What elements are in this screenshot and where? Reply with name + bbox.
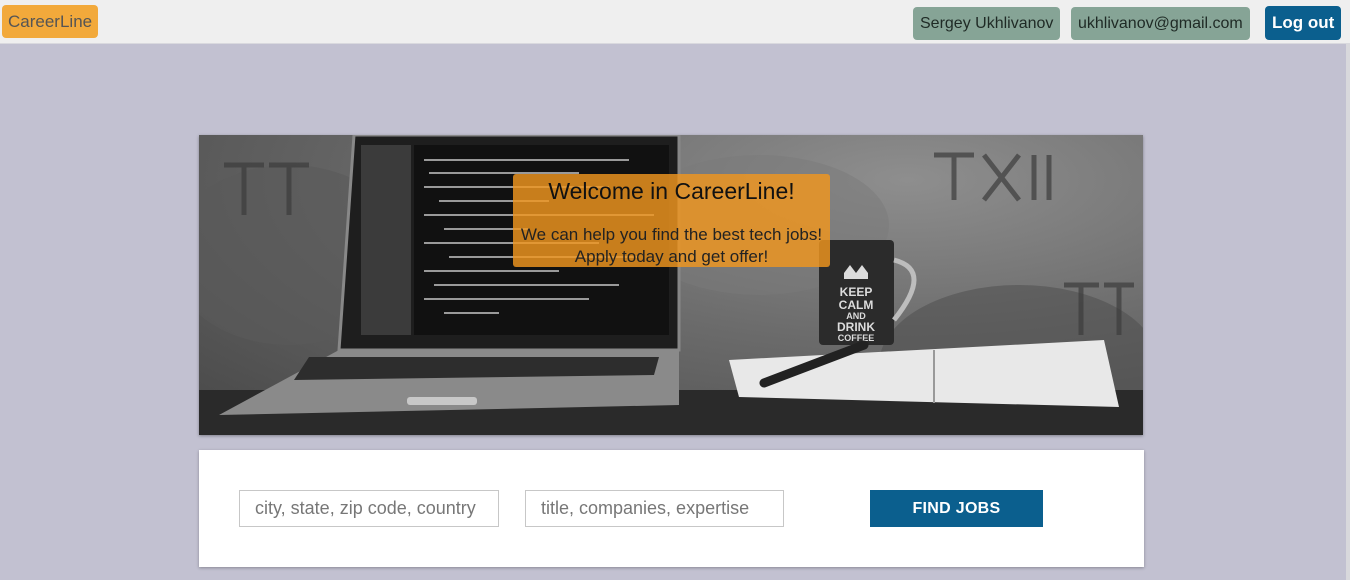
location-input[interactable] [239,490,499,527]
welcome-subtitle-line1: We can help you find the best tech jobs! [520,225,823,244]
mug-text-calm: CALM [839,298,874,312]
top-navbar: CareerLine Sergey Ukhlivanov ukhlivanov@… [0,0,1350,44]
keyword-input[interactable] [525,490,784,527]
user-email-badge[interactable]: ukhlivanov@gmail.com [1071,7,1250,40]
mug-text-drink: DRINK [837,320,875,334]
mug-text-keep: KEEP [840,285,873,299]
logo[interactable]: CareerLine [2,5,99,38]
job-search-panel: FIND JOBS [199,450,1144,567]
scrollbar[interactable] [1346,44,1350,580]
mug-text-coffee: COFFEE [838,333,875,343]
logout-button[interactable]: Log out [1265,6,1342,40]
welcome-subtitle-line2: Apply today and get offer! [574,247,769,266]
welcome-box: Welcome in CareerLine! We can help you f… [513,174,830,267]
welcome-title: Welcome in CareerLine! [548,178,795,204]
find-jobs-button[interactable]: FIND JOBS [870,490,1043,527]
hero-banner: KEEP CALM AND DRINK COFFEE Welcome in Ca… [199,135,1143,435]
user-name-badge[interactable]: Sergey Ukhlivanov [913,7,1061,40]
